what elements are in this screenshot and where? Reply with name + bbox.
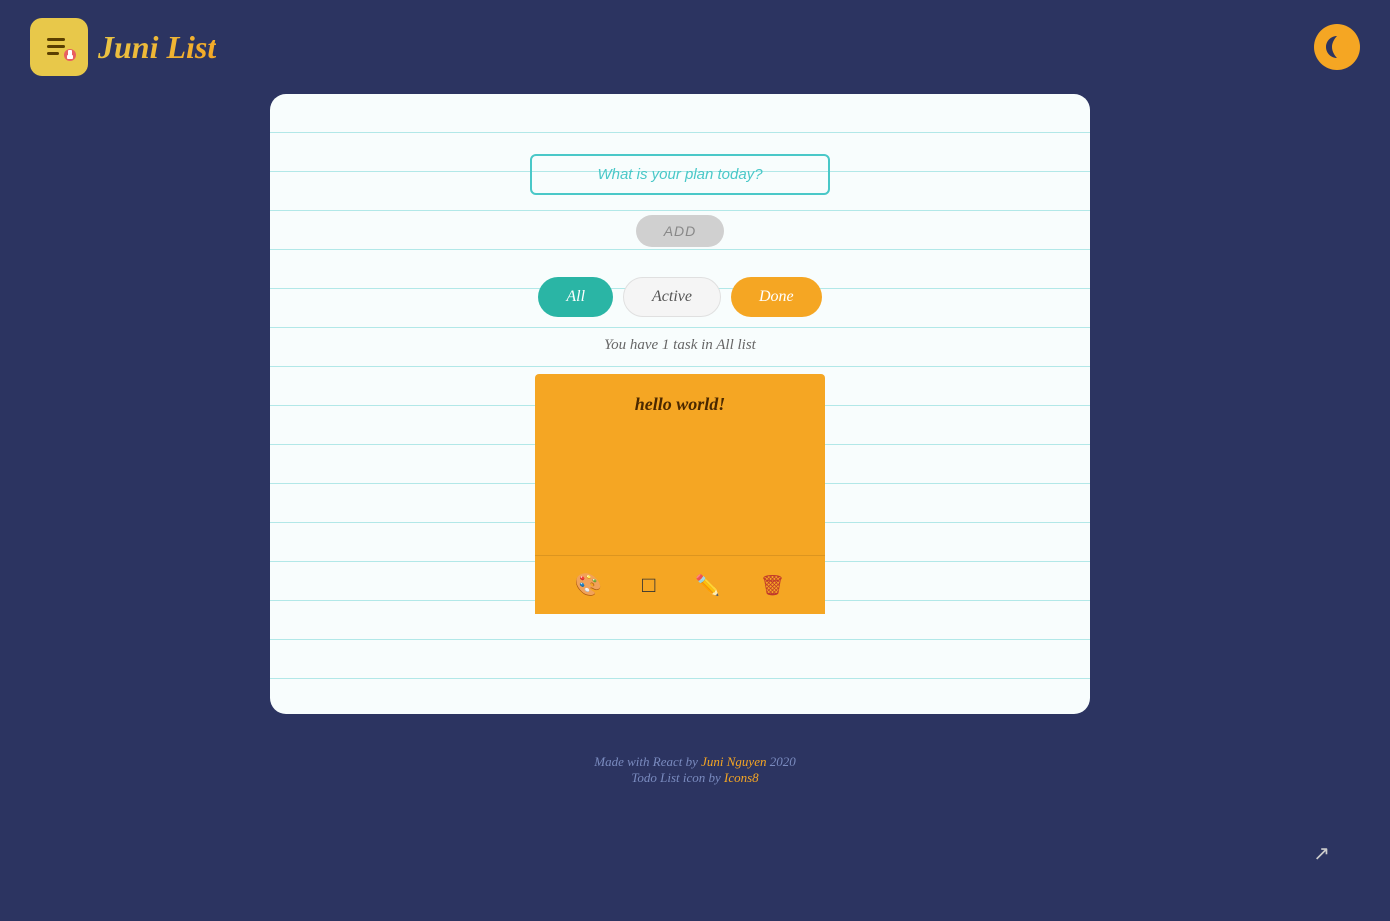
theme-icon [1324,34,1350,60]
filter-active-button[interactable]: Active [623,277,721,317]
footer-line1: Made with React by Juni Nguyen 2020 [0,754,1390,770]
task-card-footer: 🎨 □ ✏️ 🗑 [535,555,825,614]
task-title: hello world! [635,394,726,415]
card-content: ADD All Active Done You have 1 task in A… [270,114,1090,654]
lined-paper: ADD All Active Done You have 1 task in A… [270,94,1090,714]
footer-line2: Todo List icon by Icons8 [0,770,1390,786]
logo-icon [30,18,88,76]
author-link[interactable]: Juni Nguyen [701,754,766,769]
status-text: You have 1 task in All list [604,337,756,354]
checkbox-icon: □ [642,572,655,597]
footer-year: 2020 [766,754,795,769]
filter-all-button[interactable]: All [538,277,613,317]
logo-svg [40,28,78,66]
filter-buttons: All Active Done [538,277,821,317]
delete-button[interactable]: 🗑 [756,568,789,602]
palette-button[interactable]: 🎨 [571,568,606,602]
filter-done-button[interactable]: Done [731,277,822,317]
trash-icon: 🗑 [760,575,785,597]
task-card: hello world! 🎨 □ ✏️ 🗑 [535,374,825,614]
logo-area: Juni List [30,18,216,76]
header: Juni List [0,0,1390,94]
footer-icon-prefix: Todo List icon by [631,770,724,785]
pencil-icon: ✏️ [695,575,720,597]
task-input[interactable] [530,154,830,195]
page-footer: Made with React by Juni Nguyen 2020 Todo… [0,714,1390,806]
icon-source-link[interactable]: Icons8 [724,770,759,785]
cursor-indicator: ↗ [1313,841,1330,866]
footer-prefix: Made with React by [594,754,701,769]
logo-text: Juni List [98,29,216,66]
add-button[interactable]: ADD [636,215,725,247]
theme-toggle-button[interactable] [1314,24,1360,70]
main-card: ADD All Active Done You have 1 task in A… [270,94,1090,714]
palette-icon: 🎨 [575,572,602,597]
edit-button[interactable]: ✏️ [691,568,724,602]
complete-button[interactable]: □ [638,568,659,602]
task-card-body: hello world! [535,374,825,555]
main-content: ADD All Active Done You have 1 task in A… [0,94,1390,714]
